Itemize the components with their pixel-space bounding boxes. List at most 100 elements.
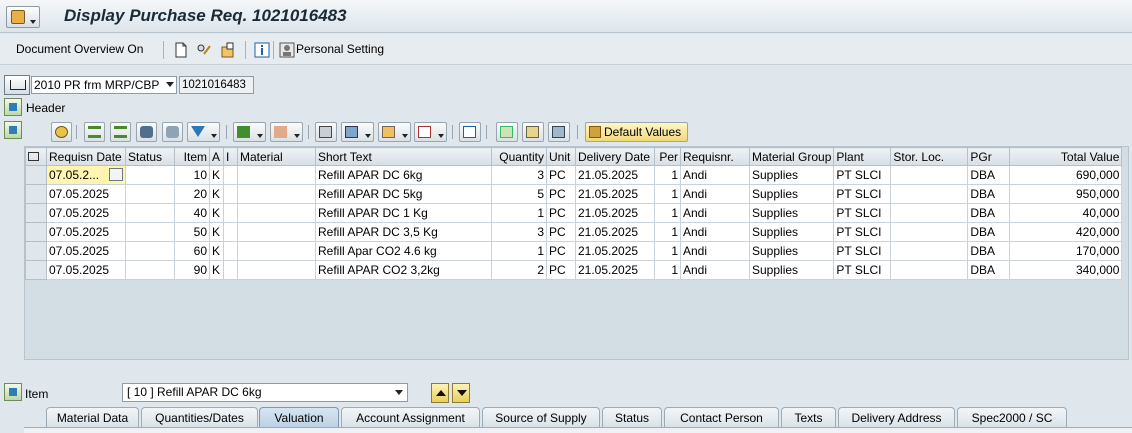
table-cell[interactable] bbox=[125, 165, 175, 185]
total-button[interactable] bbox=[233, 122, 266, 142]
table-cell[interactable]: Refill APAR DC 3,5 Kg bbox=[315, 222, 492, 242]
table-cell[interactable]: 40 bbox=[174, 203, 210, 223]
table-cell[interactable]: 21.05.2025 bbox=[575, 203, 655, 223]
subtotal-button[interactable] bbox=[270, 122, 303, 142]
table-row[interactable]: 07.05.2025 60 K Refill Apar CO2 4.6 kg 1 PC 21… bbox=[25, 241, 1123, 261]
table-cell[interactable]: 21.05.2025 bbox=[575, 165, 655, 185]
table-cell[interactable] bbox=[223, 184, 238, 204]
header-expand-icon[interactable] bbox=[4, 98, 22, 116]
table-cell[interactable] bbox=[237, 203, 316, 223]
table-cell[interactable] bbox=[890, 241, 969, 261]
find-button[interactable] bbox=[136, 122, 157, 142]
table-cell[interactable]: K bbox=[209, 241, 224, 261]
table-cell[interactable]: 1 bbox=[654, 165, 681, 185]
column-header[interactable]: Unit bbox=[546, 147, 576, 166]
table-cell[interactable]: 21.05.2025 bbox=[575, 184, 655, 204]
table-cell[interactable]: 60 bbox=[174, 241, 210, 261]
column-header[interactable]: Requisn Date bbox=[46, 147, 126, 166]
table-cell[interactable] bbox=[890, 203, 969, 223]
table-cell[interactable]: 07.05.2025 bbox=[46, 222, 126, 242]
table-cell[interactable]: Supplies bbox=[748, 184, 835, 204]
next-item-button[interactable] bbox=[452, 383, 470, 403]
table-cell[interactable]: 3 bbox=[491, 222, 547, 242]
table-cell[interactable] bbox=[237, 165, 316, 185]
table-cell[interactable]: PC bbox=[546, 184, 576, 204]
column-header[interactable]: Material Group bbox=[748, 147, 835, 166]
table-cell[interactable]: 21.05.2025 bbox=[575, 222, 655, 242]
table-row[interactable]: 07.05.2025 50 K Refill APAR DC 3,5 Kg 3 PC 21.… bbox=[25, 222, 1123, 242]
table-cell[interactable]: 07.05.2025 bbox=[46, 184, 126, 204]
table-cell[interactable] bbox=[223, 260, 238, 280]
table-cell[interactable] bbox=[890, 222, 969, 242]
table-row[interactable]: 07.05.2025 40 K Refill APAR DC 1 Kg 1 PC 21.05… bbox=[25, 203, 1123, 223]
row-selector[interactable] bbox=[25, 241, 47, 261]
items-collapse-icon[interactable] bbox=[4, 121, 22, 139]
document-number-field[interactable]: 1021016483 bbox=[179, 76, 254, 94]
tab-contact-person[interactable]: Contact Person bbox=[664, 407, 779, 429]
table-cell[interactable]: K bbox=[209, 222, 224, 242]
select-all-icon[interactable] bbox=[25, 147, 47, 166]
column-header[interactable]: Plant bbox=[833, 147, 892, 166]
table-cell[interactable]: 21.05.2025 bbox=[575, 241, 655, 261]
table-cell[interactable] bbox=[125, 260, 175, 280]
table-cell[interactable]: 1 bbox=[491, 241, 547, 261]
table-cell[interactable] bbox=[223, 222, 238, 242]
table-cell[interactable]: 2 bbox=[491, 260, 547, 280]
sort-descending-button[interactable] bbox=[110, 122, 131, 142]
table-cell[interactable]: Supplies bbox=[748, 222, 835, 242]
table-cell[interactable]: PC bbox=[546, 222, 576, 242]
item-select[interactable]: [ 10 ] Refill APAR DC 6kg bbox=[122, 383, 408, 402]
table-cell[interactable]: PT SLCI bbox=[833, 165, 892, 185]
table-cell[interactable]: PT SLCI bbox=[833, 260, 892, 280]
table-cell[interactable]: DBA bbox=[967, 260, 1011, 280]
tab-texts[interactable]: Texts bbox=[781, 407, 836, 429]
find-next-button[interactable] bbox=[162, 122, 183, 142]
display-change-icon[interactable] bbox=[196, 42, 212, 58]
column-header[interactable]: Status bbox=[125, 147, 175, 166]
table-cell[interactable]: Refill APAR DC 5kg bbox=[315, 184, 492, 204]
other-document-icon[interactable] bbox=[220, 42, 236, 58]
table-cell[interactable]: PT SLCI bbox=[833, 241, 892, 261]
print-button[interactable] bbox=[315, 122, 337, 142]
tab-material-data[interactable]: Material Data bbox=[46, 407, 139, 429]
table-cell[interactable]: Andi bbox=[680, 260, 750, 280]
table-row[interactable]: 07.05.2... 10 K Refill APAR DC 6kg 3 PC 21.05.… bbox=[25, 165, 1123, 185]
table-cell[interactable]: 07.05.2025 bbox=[46, 260, 126, 280]
table-cell[interactable] bbox=[223, 203, 238, 223]
column-header[interactable]: Requisnr. bbox=[680, 147, 750, 166]
layout-button[interactable] bbox=[414, 122, 447, 142]
table-cell[interactable]: Supplies bbox=[748, 260, 835, 280]
table-cell[interactable]: 10 bbox=[174, 165, 210, 185]
table-cell[interactable]: K bbox=[209, 184, 224, 204]
table-cell[interactable]: DBA bbox=[967, 165, 1011, 185]
table-row[interactable]: 07.05.2025 20 K Refill APAR DC 5kg 5 PC 21.05.… bbox=[25, 184, 1123, 204]
table-cell[interactable]: 690,000 bbox=[1009, 165, 1123, 185]
column-header[interactable]: A bbox=[209, 147, 224, 166]
table-cell[interactable]: Refill Apar CO2 4.6 kg bbox=[315, 241, 492, 261]
table-cell[interactable]: Refill APAR DC 6kg bbox=[315, 165, 492, 185]
document-overview-button[interactable]: Document Overview On bbox=[16, 41, 143, 59]
table-cell[interactable]: PT SLCI bbox=[833, 203, 892, 223]
table-cell[interactable]: DBA bbox=[967, 241, 1011, 261]
table-cell[interactable]: DBA bbox=[967, 203, 1011, 223]
default-values-button[interactable]: Default Values bbox=[585, 122, 688, 142]
release-button[interactable] bbox=[522, 122, 544, 142]
details-button[interactable] bbox=[51, 122, 72, 142]
column-header[interactable]: Short Text bbox=[315, 147, 492, 166]
table-cell[interactable] bbox=[223, 165, 238, 185]
info-icon[interactable] bbox=[254, 42, 270, 58]
export-button[interactable] bbox=[378, 122, 411, 142]
row-selector[interactable] bbox=[25, 222, 47, 242]
tab-quantities-dates[interactable]: Quantities/Dates bbox=[141, 407, 258, 429]
table-cell[interactable]: 07.05.2025 bbox=[46, 203, 126, 223]
value-help-icon[interactable] bbox=[109, 168, 123, 181]
column-header[interactable]: Per bbox=[654, 147, 681, 166]
table-cell[interactable]: 3 bbox=[491, 165, 547, 185]
table-cell[interactable]: PT SLCI bbox=[833, 184, 892, 204]
table-cell[interactable]: PT SLCI bbox=[833, 222, 892, 242]
tab-account-assignment[interactable]: Account Assignment bbox=[341, 407, 480, 429]
table-cell[interactable] bbox=[237, 260, 316, 280]
row-selector[interactable] bbox=[25, 260, 47, 280]
table-cell[interactable]: 50 bbox=[174, 222, 210, 242]
new-document-icon[interactable] bbox=[173, 42, 189, 58]
